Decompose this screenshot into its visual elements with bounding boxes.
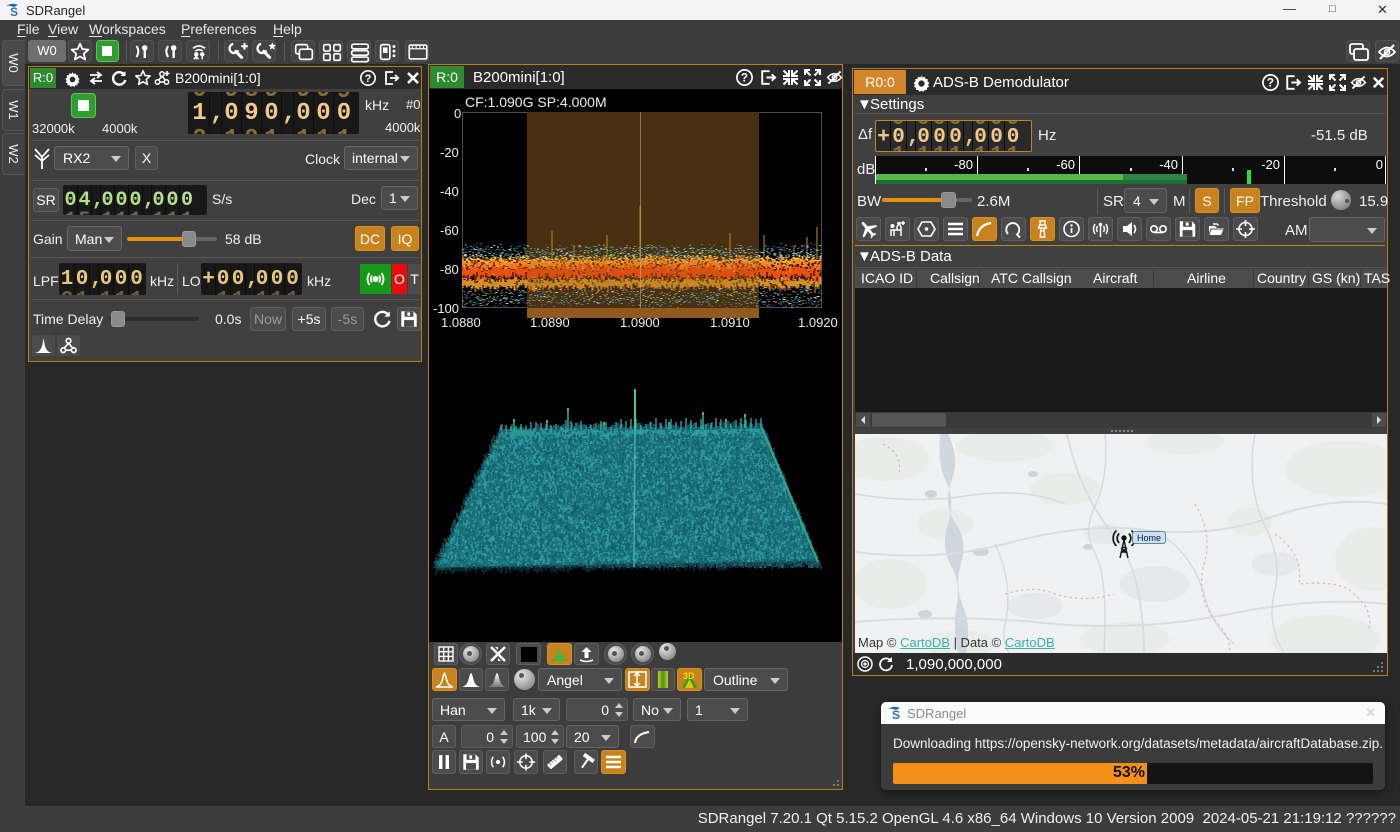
- svg-text:S: S: [892, 708, 900, 721]
- svg-text:?: ?: [1267, 77, 1274, 90]
- svg-text:?: ?: [741, 72, 748, 85]
- svg-text:?: ?: [365, 73, 372, 85]
- svg-text:3D: 3D: [683, 671, 695, 681]
- svg-text:S: S: [10, 5, 18, 18]
